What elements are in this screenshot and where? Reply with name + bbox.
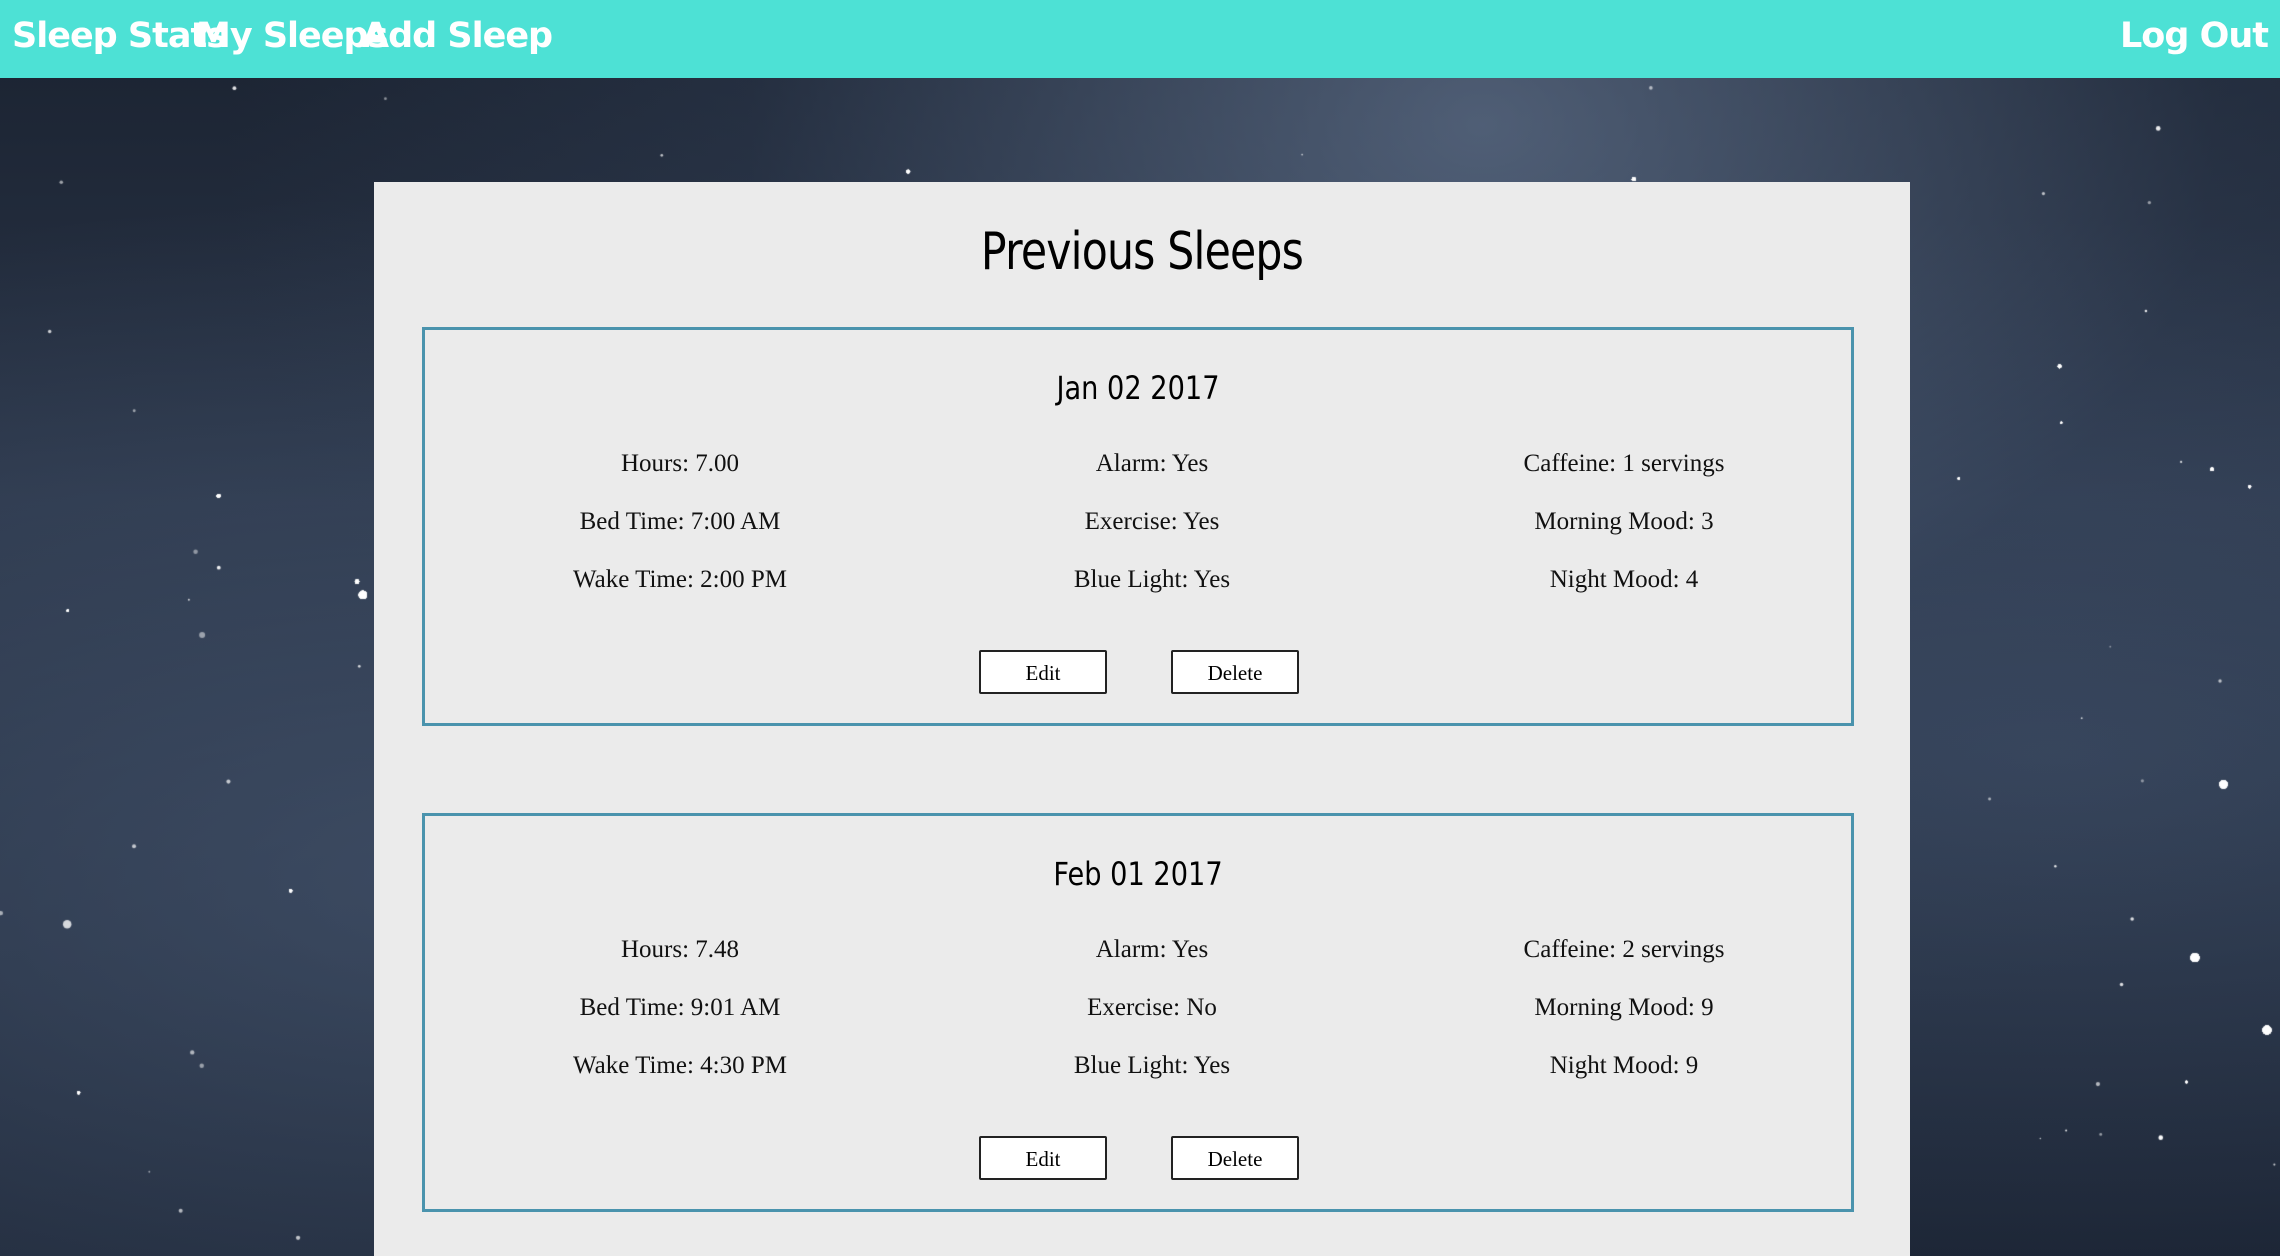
night-mood-stat: Night Mood: 9	[1549, 1052, 1699, 1079]
page-title: Previous Sleeps	[980, 222, 1304, 282]
alarm-stat: Alarm: Yes	[1095, 450, 1209, 477]
caffeine-stat: Caffeine: 2 servings	[1523, 936, 1725, 963]
exercise-stat: Exercise: Yes	[1084, 508, 1220, 535]
hours-stat: Hours: 7.48	[620, 936, 740, 963]
nav-sleep-stats-link[interactable]: Sleep Stats	[12, 12, 227, 60]
morning-mood-stat: Morning Mood: 3	[1534, 508, 1714, 535]
nav-my-sleeps-link[interactable]: My Sleeps	[196, 12, 388, 60]
blue-light-stat: Blue Light: Yes	[1073, 1052, 1231, 1079]
hours-stat: Hours: 7.00	[620, 450, 740, 477]
sleep-card: Feb 01 2017 Hours: 7.48 Bed Time: 9:01 A…	[422, 813, 1854, 1212]
wake-time-stat: Wake Time: 4:30 PM	[573, 1052, 787, 1079]
edit-button[interactable]: Edit	[979, 1136, 1107, 1180]
sleep-habits-column: Alarm: Yes Exercise: Yes Blue Light: Yes	[942, 448, 1362, 622]
sleep-times-column: Hours: 7.48 Bed Time: 9:01 AM Wake Time:…	[470, 934, 890, 1108]
sleep-date: Jan 02 2017	[1056, 369, 1220, 407]
delete-button[interactable]: Delete	[1171, 1136, 1299, 1180]
bed-time-stat: Bed Time: 9:01 AM	[579, 994, 781, 1021]
sleep-mood-column: Caffeine: 1 servings Morning Mood: 3 Nig…	[1414, 448, 1834, 622]
exercise-stat: Exercise: No	[1087, 994, 1217, 1021]
bed-time-stat: Bed Time: 7:00 AM	[579, 508, 781, 535]
edit-button[interactable]: Edit	[979, 650, 1107, 694]
wake-time-stat: Wake Time: 2:00 PM	[573, 566, 787, 593]
sleep-habits-column: Alarm: Yes Exercise: No Blue Light: Yes	[942, 934, 1362, 1108]
previous-sleeps-panel: Previous Sleeps Jan 02 2017 Hours: 7.00 …	[374, 182, 1910, 1256]
night-mood-stat: Night Mood: 4	[1549, 566, 1699, 593]
sleep-card: Jan 02 2017 Hours: 7.00 Bed Time: 7:00 A…	[422, 327, 1854, 726]
sleep-times-column: Hours: 7.00 Bed Time: 7:00 AM Wake Time:…	[470, 448, 890, 622]
morning-mood-stat: Morning Mood: 9	[1534, 994, 1714, 1021]
blue-light-stat: Blue Light: Yes	[1073, 566, 1231, 593]
top-navbar: Sleep Stats My Sleeps Add Sleep Log Out	[0, 0, 2280, 78]
sleep-date: Feb 01 2017	[1053, 855, 1223, 893]
sleep-mood-column: Caffeine: 2 servings Morning Mood: 9 Nig…	[1414, 934, 1834, 1108]
nav-log-out-link[interactable]: Log Out	[2120, 12, 2269, 60]
nav-add-sleep-link[interactable]: Add Sleep	[362, 12, 553, 60]
caffeine-stat: Caffeine: 1 servings	[1523, 450, 1725, 477]
alarm-stat: Alarm: Yes	[1095, 936, 1209, 963]
delete-button[interactable]: Delete	[1171, 650, 1299, 694]
